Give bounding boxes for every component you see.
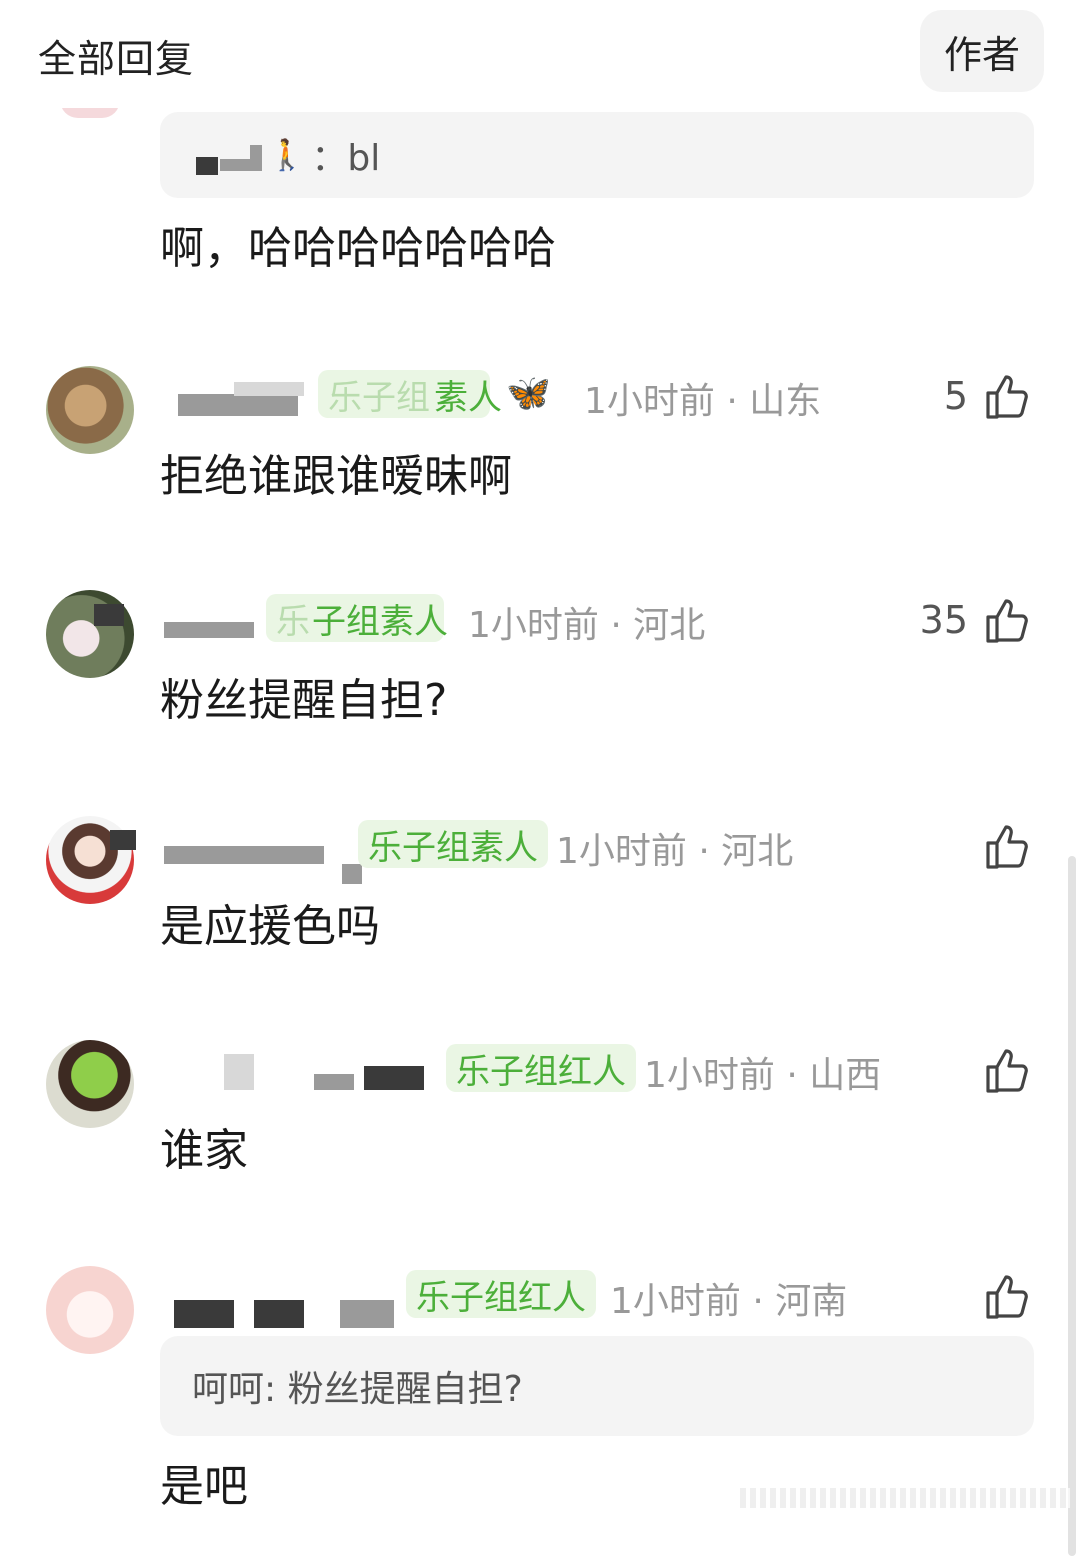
quote-text: ：bl [311,138,381,179]
comment-meta: 1小时前 · 河南 [610,1281,848,1322]
blurred-username[interactable] [164,1276,394,1328]
user-badge: 乐子组素人 [318,370,502,418]
avatar[interactable] [46,366,134,454]
butterfly-icon: 🦋 [506,373,551,414]
blurred-username[interactable] [164,1050,434,1090]
comment-meta: 1小时前 · 河北 [556,831,794,872]
walking-person-icon: 🚶 [268,137,306,173]
like-count: 5 [943,374,968,418]
thumb-up-icon [986,1275,1028,1319]
like-button[interactable]: 35 [920,592,1032,648]
comment-text: 是吧 [160,1461,248,1512]
user-badge: 乐子组素人 [358,820,548,868]
like-button[interactable] [968,1268,1032,1324]
like-count: 35 [919,598,968,642]
avatar[interactable] [46,1040,134,1128]
comment-text: 拒绝谁跟谁暧昧啊 [160,451,512,502]
comment-meta: 1小时前 · 山东 [584,381,822,422]
user-badge: 乐子组素人 [266,594,448,642]
comment-text: 啊，哈哈哈哈哈哈哈 [160,223,556,274]
like-button[interactable]: 5 [944,368,1032,424]
avatar[interactable] [46,1266,134,1354]
author-filter-button[interactable]: 作者 [920,10,1044,92]
user-badge: 乐子组红人 [406,1270,596,1318]
comment-item: 乐子组红人 1小时前 · 山西 谁家 [0,1040,1080,1176]
thumb-up-icon [986,375,1028,419]
comment-text: 是应援色吗 [160,901,380,952]
comment-item: 乐子组素人 1小时前 · 河北 是应援色吗 [0,816,1080,952]
comment-meta: 1小时前 · 山西 [644,1055,882,1096]
quoted-reply[interactable]: 🚶 ：bl [160,112,1034,198]
like-button[interactable] [968,818,1032,874]
comment-text: 谁家 [160,1125,248,1176]
comment-text: 粉丝提醒自担? [160,675,448,726]
thumb-up-icon [986,1049,1028,1093]
reply-header: 全部回复 作者 [0,0,1080,108]
user-badge: 乐子组红人 [446,1044,636,1092]
blurred-username[interactable] [94,600,274,640]
comment-item: 乐子组 素人 🦋 1小时前 · 山东 5 拒绝谁跟谁暧昧啊 [0,366,1080,502]
quoted-reply[interactable]: 呵呵: 粉丝提醒自担? [160,1336,1034,1436]
blurred-username[interactable] [110,826,364,884]
blurred-username [192,135,262,175]
comment-item: 乐子组素人 1小时前 · 河北 35 粉丝提醒自担? [0,590,1080,726]
page-title: 全部回复 [38,37,195,81]
comment-meta: 1小时前 · 河北 [468,605,706,646]
thumb-up-icon [986,825,1028,869]
comment-item: 乐子组红人 1小时前 · 河南 呵呵: 粉丝提醒自担? 是吧 [0,1266,1080,1516]
thumb-up-icon [986,599,1028,643]
watermark [740,1488,1070,1508]
scrollbar[interactable] [1068,856,1076,1556]
blurred-username[interactable] [164,376,324,416]
like-button[interactable] [968,1042,1032,1098]
